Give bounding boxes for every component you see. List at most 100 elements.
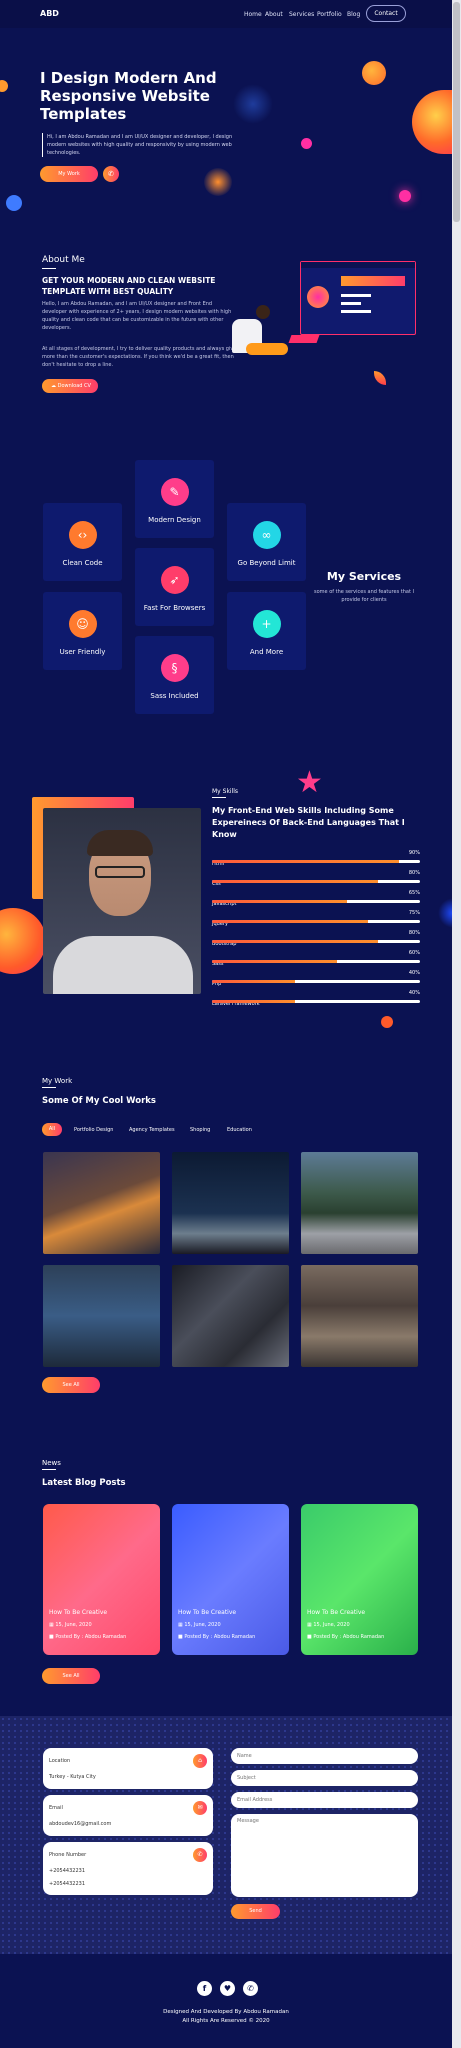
skill-bar-fill: [212, 860, 400, 863]
hero-title-line-2: Responsive Website: [40, 87, 210, 105]
footer-copyright: All Rights Are Reserved © 2020: [182, 2018, 270, 2024]
blog-card-3[interactable]: How To Be Creative ▦ 15, June, 2020 ■ Po…: [301, 1504, 418, 1655]
logo[interactable]: ABD: [40, 9, 59, 18]
location-card: Location Turkey - Kutya City ⌂: [43, 1748, 213, 1789]
skill-percent: 80%: [408, 870, 420, 876]
hero-desc-text: Hi, I am Abdou Ramadan and I am UI/UX de…: [47, 134, 233, 156]
email-card: Email abdoudev16@gmail.com ✉: [43, 1795, 213, 1836]
about-label: About Me: [42, 255, 85, 265]
phone-value-2: +2054432231: [49, 1881, 86, 1887]
work-photo-village[interactable]: [301, 1152, 418, 1254]
brush-icon: ✎: [160, 478, 189, 506]
filter-education[interactable]: Education: [227, 1127, 252, 1133]
skill-bar: [212, 860, 420, 863]
filter-agency[interactable]: Agency Templates: [129, 1127, 175, 1133]
cloud-download-icon: ☁: [51, 383, 58, 389]
work-photo-mechanic[interactable]: [172, 1265, 289, 1367]
nav-services[interactable]: Services: [289, 11, 314, 18]
nav-blog[interactable]: Blog: [347, 11, 360, 18]
blog-label: News: [42, 1459, 61, 1467]
person-legs: [246, 343, 288, 355]
whatsapp-icon[interactable]: ✆: [243, 1981, 258, 1996]
work-photo-backpack[interactable]: [43, 1265, 160, 1367]
email-input[interactable]: [231, 1792, 418, 1808]
skills-ball-small: [381, 1016, 393, 1028]
download-cv-button[interactable]: ☁ Download CV: [42, 379, 98, 393]
star-decoration: ★: [296, 765, 323, 800]
email-icon: ✉: [193, 1801, 207, 1815]
blog-author: ■ Posted By : Abdou Ramadan: [178, 1634, 255, 1640]
phone-label: Phone Number: [49, 1852, 87, 1858]
subject-input[interactable]: [231, 1770, 418, 1786]
work-photo-tunnel[interactable]: [301, 1265, 418, 1367]
mockup-banner: [341, 276, 405, 286]
scrollbar-thumb[interactable]: [453, 2, 460, 222]
blog-card-2[interactable]: How To Be Creative ▦ 15, June, 2020 ■ Po…: [172, 1504, 289, 1655]
hero-title: I Design Modern And Responsive Website T…: [40, 69, 240, 123]
nav-about[interactable]: About: [265, 11, 283, 18]
skill-bar: [212, 1000, 420, 1003]
skill-percent: 75%: [408, 910, 420, 916]
about-heading: GET YOUR MODERN AND CLEAN WEBSITE TEMPLA…: [42, 276, 216, 296]
skill-percent: 90%: [408, 850, 420, 856]
sass-icon: §: [160, 654, 189, 682]
service-label: Fast For Browsers: [143, 604, 206, 612]
skill-percent: 40%: [408, 970, 420, 976]
skill-bar-fill: [212, 960, 337, 963]
my-work-button[interactable]: My Work: [40, 166, 98, 182]
page-scrollbar[interactable]: [452, 0, 461, 2048]
hero-ball-blue: [6, 195, 22, 211]
blog-see-all-button[interactable]: See All: [42, 1668, 100, 1684]
skills-heading: My Front-End Web Skills Including Some E…: [212, 806, 405, 839]
work-photo-sky[interactable]: [172, 1152, 289, 1254]
work-see-all-button[interactable]: See All: [42, 1377, 100, 1393]
nav-home[interactable]: Home: [244, 11, 262, 18]
code-icon: ‹›: [68, 521, 97, 549]
filter-portfolio[interactable]: Portfolio Design: [74, 1127, 113, 1133]
skill-row: Html 90%: [212, 850, 420, 869]
profile-photo: [43, 808, 201, 994]
message-textarea[interactable]: [231, 1814, 418, 1897]
work-label: My Work: [42, 1077, 73, 1085]
twitter-icon[interactable]: ♥: [220, 1981, 235, 1996]
facebook-icon[interactable]: f: [197, 1981, 212, 1996]
blog-date: ▦ 15, June, 2020: [307, 1622, 350, 1628]
service-card-fast-browsers: ➶ Fast For Browsers: [135, 548, 214, 626]
work-heading: Some Of My Cool Works: [42, 1096, 156, 1106]
skill-row: Jquery 75%: [212, 910, 420, 929]
contact-button-label: Contact: [374, 10, 398, 17]
mockup-line-2: [341, 302, 361, 305]
service-card-clean-code: ‹› Clean Code: [43, 503, 122, 581]
leaf-decoration: [374, 371, 386, 385]
contact-button[interactable]: Contact: [366, 5, 406, 22]
navbar: ABD Home About Services Portfolio Blog C…: [0, 0, 452, 28]
footer-credit: Designed And Developed By Abdou Ramadan: [163, 2009, 289, 2015]
about-paragraph-1: Hello, I am Abdou Ramadan, and I am UI/U…: [42, 301, 232, 331]
email-value: abdoudev16@gmail.com: [49, 1821, 112, 1827]
skill-percent: 60%: [408, 950, 420, 956]
infinity-icon: ∞: [252, 521, 281, 549]
location-icon: ⌂: [193, 1754, 207, 1768]
send-button[interactable]: Send: [231, 1904, 280, 1919]
filter-shoping[interactable]: Shoping: [190, 1127, 210, 1133]
hero-ball-glow: [204, 168, 232, 196]
phone-icon: ✆: [108, 170, 114, 178]
phone-call-button[interactable]: ✆: [103, 166, 119, 182]
work-see-all-label: See All: [62, 1382, 80, 1388]
service-card-go-beyond: ∞ Go Beyond Limit: [227, 503, 306, 581]
nav-portfolio[interactable]: Portfolio: [317, 11, 342, 18]
filter-all[interactable]: All: [42, 1123, 62, 1136]
service-label: Clean Code: [62, 559, 103, 567]
work-photo-city[interactable]: [43, 1152, 160, 1254]
hero-ball-left: [0, 80, 8, 92]
blog-author: ■ Posted By : Abdou Ramadan: [49, 1634, 126, 1640]
skill-bar-fill: [212, 880, 379, 883]
rocket-icon: ➶: [160, 566, 189, 594]
mockup-line-1: [341, 294, 371, 297]
hero-ball-pink2: [399, 190, 411, 202]
hero-title-line-3: Templates: [40, 105, 127, 123]
blog-card-1[interactable]: How To Be Creative ▦ 15, June, 2020 ■ Po…: [43, 1504, 160, 1655]
laptop: [288, 335, 320, 343]
name-input[interactable]: [231, 1748, 418, 1764]
phone-value-1: +2054432231: [49, 1868, 86, 1874]
